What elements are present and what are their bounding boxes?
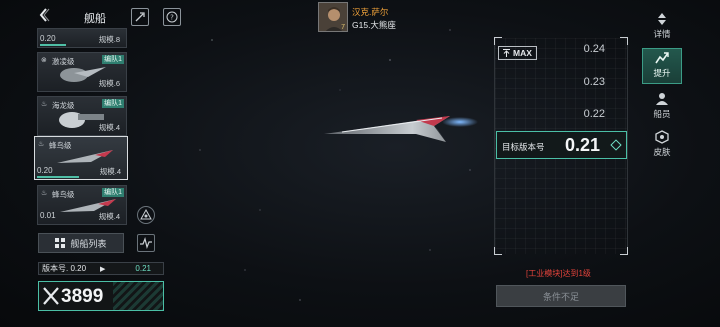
target-version-value: 0.21 (565, 135, 601, 155)
ship-card-1[interactable]: ⊗ 激凌级 编队1 规模.6 (37, 52, 127, 92)
cancel-circle-icon: ⊗ (41, 57, 47, 64)
upgrade-icon (655, 52, 669, 64)
current-version: 版本号. 0.20 (42, 264, 87, 273)
corner-bracket (494, 37, 502, 45)
ship-card-0[interactable]: 0.20 规模.8 (37, 28, 127, 48)
tab-details[interactable]: 详情 (642, 10, 682, 46)
grid-icon (55, 238, 66, 248)
target-version-label: 目标版本号 (502, 142, 545, 152)
combat-power: 3899 (38, 281, 164, 311)
upgrade-button-label: 条件不足 (542, 291, 579, 302)
tab-label: 皮肤 (653, 147, 671, 157)
ship-version: 0.20 (40, 34, 56, 43)
chevron-left-icon (39, 8, 50, 22)
ship-card-2[interactable]: ♨ 海龙级 编队1 规模.4 (37, 96, 127, 136)
ship-list-label: 舰船列表 (70, 238, 107, 249)
stripe-decoration (113, 282, 163, 310)
upgrade-button[interactable]: 条件不足 (496, 285, 626, 307)
ship-list-button[interactable]: 舰船列表 (38, 233, 124, 253)
tab-label: 详情 (653, 29, 671, 39)
ship-card-4[interactable]: ♨ 蜂鸟级 编队1 0.01 规模.4 (37, 185, 127, 225)
avatar: 7 (318, 2, 348, 32)
corner-bracket (620, 37, 628, 45)
ship-version: 0.01 (40, 211, 56, 220)
diamond-icon (610, 139, 622, 151)
pulse-icon (140, 237, 152, 249)
flame-icon: ♨ (38, 141, 45, 148)
fleet-icon (140, 208, 152, 220)
ship-scale: 规模.4 (98, 212, 120, 221)
tab-label: 船员 (653, 109, 671, 119)
ship-scale: 规模.8 (98, 35, 120, 44)
arrow-right-icon: ▶ (100, 265, 106, 273)
crew-icon (656, 93, 668, 105)
question-icon: ? (166, 11, 178, 23)
ship-scale: 规模.4 (99, 167, 121, 176)
rocket-button[interactable] (131, 8, 149, 26)
corner-bracket (620, 247, 628, 255)
tab-crew[interactable]: 船员 (642, 90, 682, 126)
tab-upgrade[interactable]: 提升 (642, 48, 682, 84)
combat-power-value: 3899 (61, 286, 104, 307)
requirement-warning: [工业模块]达到1级 (526, 269, 591, 278)
flame-icon: ♨ (41, 101, 48, 108)
version-option[interactable]: 0.22 (584, 108, 605, 120)
help-button[interactable]: ? (163, 8, 181, 26)
page-title: 舰船 (84, 13, 106, 25)
tab-label: 提升 (653, 68, 671, 78)
skin-icon (655, 130, 669, 144)
max-arrow-icon (503, 49, 510, 57)
version-progress (37, 176, 79, 178)
max-label: MAX (513, 48, 532, 58)
stats-button[interactable] (137, 234, 155, 252)
crossed-swords-icon (43, 287, 59, 305)
target-version-box[interactable]: 目标版本号 0.21 (496, 131, 627, 159)
max-button[interactable]: MAX (498, 46, 537, 60)
svg-text:?: ? (170, 14, 174, 22)
version-selector-panel: MAX 0.24 0.23 0.22 目标版本号 0.21 (494, 37, 628, 255)
version-progress (40, 44, 66, 46)
ship-version: 0.20 (37, 166, 53, 175)
ship-scale: 规模.4 (98, 123, 120, 132)
back-button[interactable] (38, 8, 52, 24)
ship-scale: 规模.6 (98, 79, 120, 88)
fleet-toggle-button[interactable] (137, 206, 155, 224)
target-version: 0.21 (135, 264, 151, 273)
ship-model (324, 116, 478, 142)
tab-skin[interactable]: 皮肤 (642, 128, 682, 164)
corner-bracket (494, 247, 502, 255)
commander-level: 7 (341, 24, 345, 31)
flame-icon: ♨ (41, 190, 48, 197)
version-option[interactable]: 0.24 (584, 43, 605, 55)
version-option[interactable]: 0.23 (584, 76, 605, 88)
commander-name: 汉克.萨尔 (352, 7, 389, 17)
version-change-row: 版本号. 0.20 ▶ 0.21 (38, 262, 164, 275)
rocket-icon (135, 12, 145, 22)
arrows-icon (658, 13, 666, 25)
ship-card-3[interactable]: ♨ 蜂鸟级 0.20 规模.4 (34, 136, 128, 180)
commander-location: G15.大熊座 (352, 20, 396, 30)
